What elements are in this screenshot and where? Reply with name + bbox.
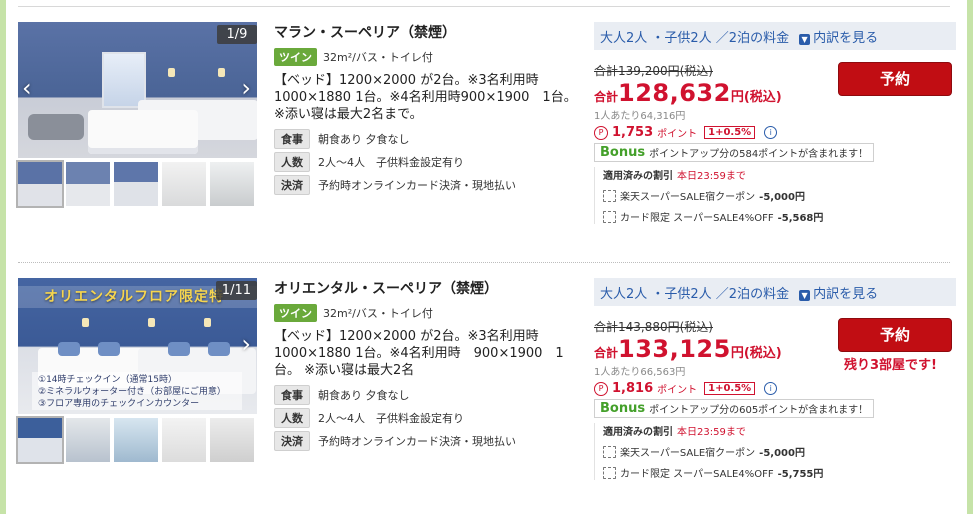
meal-value: 朝食あり 夕食なし (318, 133, 410, 146)
photo-counter: 1/9 (217, 25, 257, 44)
info-icon[interactable]: i (764, 126, 778, 139)
bonus-box: Bonus ポイントアップ分の584ポイントが含まれます！ (594, 143, 875, 162)
points-row: P 1,816 ポイント 1+0.5% i (594, 381, 956, 396)
room-description: 【ベッド】1200×2000 が2台。※3名利用時1000×1880 1台。※4… (274, 329, 564, 378)
per-person-price: 1人あたり64,316円 (594, 111, 686, 122)
coupon-icon (603, 189, 616, 202)
discount-deadline: 本日23:59まで (677, 171, 746, 182)
meal-value: 朝食あり 夕食なし (318, 389, 410, 402)
thumbnail[interactable] (114, 418, 158, 462)
photo-overlay: ①14時チェックイン（通常15時） ②ミネラルウォーター付き（お部屋にご用意） … (32, 372, 242, 410)
guests-value: 2人～4人 子供料金設定有り (318, 156, 464, 169)
thumbnail-strip (16, 160, 257, 208)
room-spec: 32m²/バス・トイレ付 (323, 307, 433, 320)
room-type-tag: ツイン (274, 304, 317, 322)
points-amount: 1,816 (612, 381, 654, 396)
room-details: マラン・スーペリア（禁煙） ツイン 32m²/バス・トイレ付 【ベッド】1200… (274, 22, 584, 195)
thumbnail[interactable] (16, 416, 64, 464)
thumbnail[interactable] (114, 162, 158, 206)
thumbnail[interactable] (210, 418, 254, 462)
room-name[interactable]: オリエンタル・スーペリア（禁煙） (274, 278, 584, 298)
thumbnail[interactable] (210, 162, 254, 206)
room-name[interactable]: マラン・スーペリア（禁煙） (274, 22, 584, 42)
price-panel: 大人2人 ・子供2人 ／2泊の料金 ▼ 内訳を見る 合計139,200円(税込) … (594, 22, 956, 224)
payment-label: 決済 (274, 175, 310, 195)
price-condition: 大人2人 ・子供2人 ／2泊の料金 (600, 30, 790, 46)
arrow-left-icon[interactable]: ‹ (22, 76, 32, 100)
thumbnail-strip (16, 416, 257, 464)
points-row: P 1,753 ポイント 1+0.5% i (594, 125, 956, 140)
payment-value: 予約時オンラインカード決済・現地払い (318, 435, 516, 448)
rooms-remaining: 残り3部屋です! (844, 358, 937, 373)
photo-counter: 1/11 (215, 281, 257, 300)
point-circle-icon: P (594, 125, 608, 140)
discount-row: 楽天スーパーSALE宿クーポン -5,000円 (603, 188, 956, 203)
total-amount: 133,125 (618, 335, 731, 363)
points-amount: 1,753 (612, 125, 654, 140)
guests-label: 人数 (274, 152, 310, 172)
breakdown-toggle-icon: ▼ (799, 33, 811, 45)
info-icon[interactable]: i (764, 382, 778, 395)
discount-section: 適用済みの割引 本日23:59まで 楽天スーパーSALE宿クーポン -5,000円… (594, 167, 956, 224)
arrow-right-icon[interactable]: › (241, 332, 251, 356)
payment-value: 予約時オンラインカード決済・現地払い (318, 179, 516, 192)
breakdown-link[interactable]: ▼ 内訳を見る (799, 27, 878, 46)
room-card: オリエンタルフロア限定特 ①14時チェックイン（通常15時） ②ミネラルウォータ… (16, 278, 956, 513)
price-header[interactable]: 大人2人 ・子供2人 ／2泊の料金 ▼ 内訳を見る (594, 22, 956, 50)
discount-section: 適用済みの割引 本日23:59まで 楽天スーパーSALE宿クーポン -5,000円… (594, 423, 956, 480)
room-details: オリエンタル・スーペリア（禁煙） ツイン 32m²/バス・トイレ付 【ベッド】1… (274, 278, 584, 451)
points-rate: 1+0.5% (704, 382, 756, 395)
top-divider (18, 6, 950, 7)
coupon-icon (603, 445, 616, 458)
thumbnail[interactable] (162, 418, 206, 462)
reserve-button[interactable]: 予約 (838, 318, 952, 352)
thumbnail[interactable] (66, 418, 110, 462)
bonus-box: Bonus ポイントアップ分の605ポイントが含まれます！ (594, 399, 875, 418)
room-card: 1/9 ‹ › マラン・スーペリア（禁煙） ツイン 32m²/バス・トイレ付 【… (16, 22, 956, 257)
breakdown-toggle-icon: ▼ (799, 289, 811, 301)
page-frame-left (0, 0, 6, 514)
thumbnail[interactable] (162, 162, 206, 206)
room-photo[interactable]: 1/9 ‹ › (18, 22, 257, 158)
discount-deadline: 本日23:59まで (677, 427, 746, 438)
room-photo[interactable]: オリエンタルフロア限定特 ①14時チェックイン（通常15時） ②ミネラルウォータ… (18, 278, 257, 414)
discount-row: カード限定 スーパーSALE4%OFF -5,755円 (603, 465, 956, 480)
points-rate: 1+0.5% (704, 126, 756, 139)
page-frame-right (967, 0, 973, 514)
meal-label: 食事 (274, 385, 310, 405)
discount-row: 楽天スーパーSALE宿クーポン -5,000円 (603, 444, 956, 459)
total-amount: 128,632 (618, 79, 731, 107)
price-panel: 大人2人 ・子供2人 ／2泊の料金 ▼ 内訳を見る 合計143,880円(税込) … (594, 278, 956, 480)
guests-value: 2人～4人 子供料金設定有り (318, 412, 464, 425)
coupon-icon (603, 466, 616, 479)
room-description: 【ベッド】1200×2000 が2台。※3名利用時1000×1880 1台。※4… (274, 73, 577, 122)
room-spec: 32m²/バス・トイレ付 (323, 51, 433, 64)
room-divider (18, 262, 950, 263)
thumbnail[interactable] (16, 160, 64, 208)
discount-row: カード限定 スーパーSALE4%OFF -5,568円 (603, 209, 956, 224)
price-condition: 大人2人 ・子供2人 ／2泊の料金 (600, 286, 790, 302)
coupon-icon (603, 210, 616, 223)
thumbnail[interactable] (66, 162, 110, 206)
point-circle-icon: P (594, 381, 608, 396)
meal-label: 食事 (274, 129, 310, 149)
price-header[interactable]: 大人2人 ・子供2人 ／2泊の料金 ▼ 内訳を見る (594, 278, 956, 306)
payment-label: 決済 (274, 431, 310, 451)
arrow-right-icon[interactable]: › (241, 76, 251, 100)
room-type-tag: ツイン (274, 48, 317, 66)
breakdown-link[interactable]: ▼ 内訳を見る (799, 283, 878, 302)
guests-label: 人数 (274, 408, 310, 428)
reserve-button[interactable]: 予約 (838, 62, 952, 96)
